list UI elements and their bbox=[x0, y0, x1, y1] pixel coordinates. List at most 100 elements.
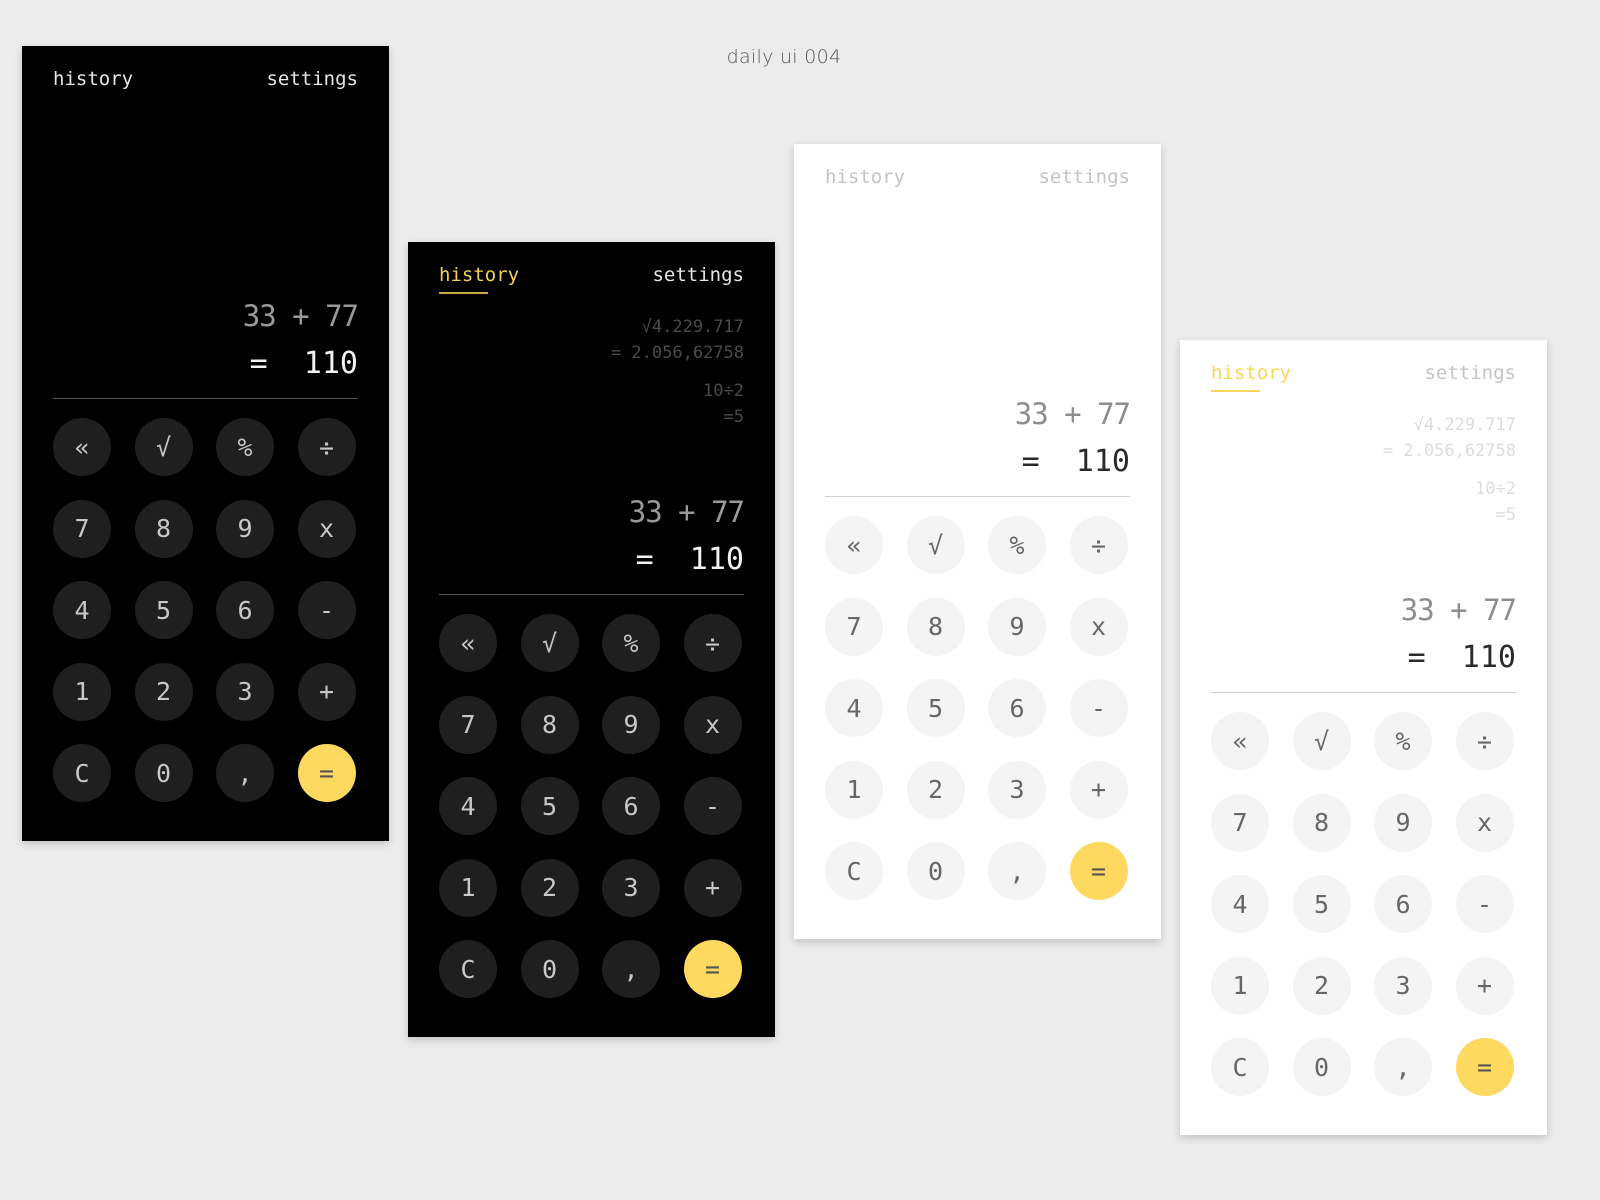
key-plus-button[interactable]: + bbox=[1069, 760, 1128, 819]
key-eight-button[interactable]: 8 bbox=[1292, 793, 1351, 852]
key-percent-button[interactable]: % bbox=[1374, 712, 1432, 770]
key-four-button[interactable]: 4 bbox=[439, 777, 497, 835]
key-six-button[interactable]: 6 bbox=[988, 679, 1046, 737]
calculator-display: 33 + 77 = 110 bbox=[1014, 394, 1131, 486]
key-six-button[interactable]: 6 bbox=[216, 581, 274, 639]
key-backspace-button[interactable]: « bbox=[53, 418, 111, 476]
key-comma-button[interactable]: , bbox=[988, 842, 1046, 900]
key-minus-button[interactable]: - bbox=[1069, 679, 1128, 737]
key-divide-button[interactable]: ÷ bbox=[1069, 516, 1128, 574]
key-minus-button[interactable]: - bbox=[297, 581, 356, 639]
nav-history-link[interactable]: history bbox=[825, 164, 905, 190]
key-equals-button[interactable]: = bbox=[297, 744, 356, 802]
key-sqrt-button[interactable]: √ bbox=[520, 614, 579, 672]
key-plus-button[interactable]: + bbox=[297, 662, 356, 721]
key-one-button[interactable]: 1 bbox=[53, 662, 111, 721]
key-zero-button[interactable]: 0 bbox=[134, 744, 193, 802]
history-list: √4.229.717 = 2.056,62758 10÷2 =5 bbox=[1383, 412, 1516, 540]
key-eight-button[interactable]: 8 bbox=[134, 499, 193, 558]
nav-settings-label: settings bbox=[652, 264, 744, 286]
key-six-button[interactable]: 6 bbox=[602, 777, 660, 835]
key-five-button[interactable]: 5 bbox=[134, 581, 193, 639]
key-four-button[interactable]: 4 bbox=[825, 679, 883, 737]
key-equals-button[interactable]: = bbox=[1455, 1038, 1514, 1096]
key-sqrt-button[interactable]: √ bbox=[906, 516, 965, 574]
key-percent-button[interactable]: % bbox=[216, 418, 274, 476]
key-backspace-button[interactable]: « bbox=[825, 516, 883, 574]
nav-settings-link[interactable]: settings bbox=[1424, 360, 1516, 386]
key-nine-button[interactable]: 9 bbox=[1374, 793, 1432, 852]
key-divide-button[interactable]: ÷ bbox=[1455, 712, 1514, 770]
key-zero-button[interactable]: 0 bbox=[906, 842, 965, 900]
key-four-button[interactable]: 4 bbox=[53, 581, 111, 639]
key-equals-button[interactable]: = bbox=[683, 940, 742, 998]
key-three-button[interactable]: 3 bbox=[216, 662, 274, 721]
nav-settings-link[interactable]: settings bbox=[1038, 164, 1130, 190]
key-multiply-button[interactable]: x bbox=[297, 499, 356, 558]
key-nine-button[interactable]: 9 bbox=[216, 499, 274, 558]
key-comma-button[interactable]: , bbox=[216, 744, 274, 802]
key-four-button[interactable]: 4 bbox=[1211, 875, 1269, 933]
key-seven-button[interactable]: 7 bbox=[1211, 793, 1269, 852]
key-three-button[interactable]: 3 bbox=[988, 760, 1046, 819]
key-three-button[interactable]: 3 bbox=[1374, 956, 1432, 1015]
key-two-button[interactable]: 2 bbox=[520, 858, 579, 917]
key-backspace-button[interactable]: « bbox=[1211, 712, 1269, 770]
history-result: =5 bbox=[723, 407, 744, 427]
key-nine-button[interactable]: 9 bbox=[988, 597, 1046, 656]
key-minus-button[interactable]: - bbox=[683, 777, 742, 835]
history-entry[interactable]: 10÷2 =5 bbox=[1383, 476, 1516, 528]
key-percent-button[interactable]: % bbox=[988, 516, 1046, 574]
key-multiply-button[interactable]: x bbox=[1069, 597, 1128, 656]
key-five-button[interactable]: 5 bbox=[520, 777, 579, 835]
nav-history-link[interactable]: history bbox=[439, 262, 519, 294]
history-entry[interactable]: 10÷2 =5 bbox=[611, 378, 744, 430]
key-two-button[interactable]: 2 bbox=[1292, 956, 1351, 1015]
key-multiply-button[interactable]: x bbox=[1455, 793, 1514, 852]
key-comma-button[interactable]: , bbox=[1374, 1038, 1432, 1096]
key-equals-button[interactable]: = bbox=[1069, 842, 1128, 900]
history-result: = 2.056,62758 bbox=[610, 343, 744, 363]
nav-history-link[interactable]: history bbox=[53, 66, 133, 92]
key-three-button[interactable]: 3 bbox=[602, 858, 660, 917]
key-plus-button[interactable]: + bbox=[1455, 956, 1514, 1015]
key-one-button[interactable]: 1 bbox=[439, 858, 497, 917]
key-one-button[interactable]: 1 bbox=[825, 760, 883, 819]
current-expression: 33 + 77 bbox=[1014, 397, 1131, 431]
key-clear-button[interactable]: C bbox=[439, 940, 497, 998]
nav-settings-link[interactable]: settings bbox=[266, 66, 358, 92]
key-five-button[interactable]: 5 bbox=[1292, 875, 1351, 933]
key-sqrt-button[interactable]: √ bbox=[134, 418, 193, 476]
key-sqrt-button[interactable]: √ bbox=[1292, 712, 1351, 770]
key-seven-button[interactable]: 7 bbox=[825, 597, 883, 656]
key-two-button[interactable]: 2 bbox=[134, 662, 193, 721]
nav-settings-link[interactable]: settings bbox=[652, 262, 744, 288]
current-result: = 110 bbox=[249, 346, 358, 381]
key-zero-button[interactable]: 0 bbox=[1292, 1038, 1351, 1096]
history-entry[interactable]: √4.229.717 = 2.056,62758 bbox=[611, 314, 744, 366]
key-five-button[interactable]: 5 bbox=[906, 679, 965, 737]
key-six-button[interactable]: 6 bbox=[1374, 875, 1432, 933]
key-one-button[interactable]: 1 bbox=[1211, 956, 1269, 1015]
key-two-button[interactable]: 2 bbox=[906, 760, 965, 819]
key-eight-button[interactable]: 8 bbox=[906, 597, 965, 656]
history-entry[interactable]: √4.229.717 = 2.056,62758 bbox=[1383, 412, 1516, 464]
key-divide-button[interactable]: ÷ bbox=[297, 418, 356, 476]
key-multiply-button[interactable]: x bbox=[683, 695, 742, 754]
key-zero-button[interactable]: 0 bbox=[520, 940, 579, 998]
key-minus-button[interactable]: - bbox=[1455, 875, 1514, 933]
key-percent-button[interactable]: % bbox=[602, 614, 660, 672]
key-divide-button[interactable]: ÷ bbox=[683, 614, 742, 672]
key-nine-button[interactable]: 9 bbox=[602, 695, 660, 754]
key-clear-button[interactable]: C bbox=[1211, 1038, 1269, 1096]
key-clear-button[interactable]: C bbox=[825, 842, 883, 900]
key-seven-button[interactable]: 7 bbox=[439, 695, 497, 754]
key-plus-button[interactable]: + bbox=[683, 858, 742, 917]
key-seven-button[interactable]: 7 bbox=[53, 499, 111, 558]
key-backspace-button[interactable]: « bbox=[439, 614, 497, 672]
nav-history-link[interactable]: history bbox=[1211, 360, 1292, 392]
key-comma-button[interactable]: , bbox=[602, 940, 660, 998]
key-eight-button[interactable]: 8 bbox=[520, 695, 579, 754]
nav-history-label: history bbox=[1211, 362, 1292, 384]
key-clear-button[interactable]: C bbox=[53, 744, 111, 802]
